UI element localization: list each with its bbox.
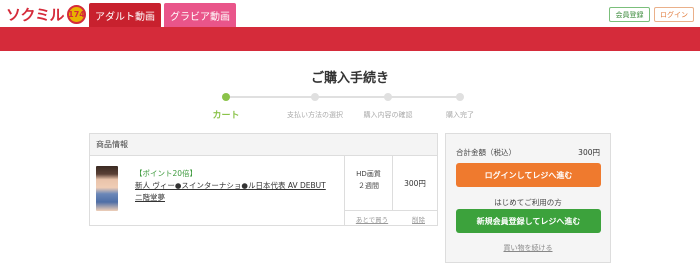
quality-cell: HD画質 ２週間 <box>344 156 392 210</box>
step-dot-confirm <box>384 93 392 101</box>
logo-text: ソクミル <box>6 5 65 24</box>
product-table-header: 商品情報 <box>90 134 437 156</box>
page-title: ご購入手続き <box>310 71 389 86</box>
logo-badge: 174 <box>67 4 87 24</box>
product-title-link[interactable]: 新人 ヴィー●スインターナショ●ル日本代表 AV DEBUT 二階堂夢 <box>135 180 335 204</box>
product-text: 【ポイント20倍】 新人 ヴィー●スインターナショ●ル日本代表 AV DEBUT… <box>135 168 335 204</box>
step-dot-cart <box>222 93 230 101</box>
product-thumbnail[interactable] <box>96 166 118 211</box>
tab-adult-videos[interactable]: アダルト動画 <box>89 3 161 27</box>
login-checkout-button[interactable]: ログインしてレジへ進む <box>456 163 601 187</box>
price-cell: 300円 <box>392 156 437 210</box>
point-badge: 【ポイント20倍】 <box>135 169 198 178</box>
step-label-cart: カート <box>212 111 240 121</box>
quality-label: HD画質 <box>356 170 381 178</box>
header-login-button[interactable]: ログイン <box>654 7 694 22</box>
total-value: 300円 <box>578 148 600 157</box>
site-header: ソクミル 174 アダルト動画 グラビア動画 会員登録 ログイン <box>0 0 700 27</box>
progress-line <box>226 96 460 98</box>
first-time-text: はじめてご利用の方 <box>494 198 562 207</box>
step-label-confirm: 購入内容の確認 <box>363 111 413 119</box>
step-dot-payment <box>311 93 319 101</box>
period-label: ２週間 <box>358 182 379 190</box>
table-row: 【ポイント20倍】 新人 ヴィー●スインターナショ●ル日本代表 AV DEBUT… <box>90 156 437 225</box>
item-actions: あとで買う 削除 <box>344 210 437 225</box>
header-register-button[interactable]: 会員登録 <box>609 7 650 22</box>
tab-gravure-videos[interactable]: グラビア動画 <box>164 3 236 27</box>
site-logo[interactable]: ソクミル 174 <box>6 4 87 24</box>
header-band <box>0 27 700 51</box>
product-table: 商品情報 【ポイント20倍】 新人 ヴィー●スインターナショ●ル日本代表 AV … <box>89 133 438 226</box>
order-summary: 合計金額（税込） 300円 ログインしてレジへ進む はじめてご利用の方 新規会員… <box>445 133 611 263</box>
register-checkout-button[interactable]: 新規会員登録してレジへ進む <box>456 209 601 233</box>
continue-shopping-link[interactable]: 買い物を続ける <box>446 243 610 253</box>
delete-link[interactable]: 削除 <box>399 214 438 224</box>
step-label-payment: 支払い方法の選択 <box>287 111 343 119</box>
step-dot-complete <box>456 93 464 101</box>
buy-later-link[interactable]: あとで買う <box>345 214 399 224</box>
step-label-complete: 購入完了 <box>446 111 474 119</box>
total-label: 合計金額（税込） <box>456 148 516 157</box>
